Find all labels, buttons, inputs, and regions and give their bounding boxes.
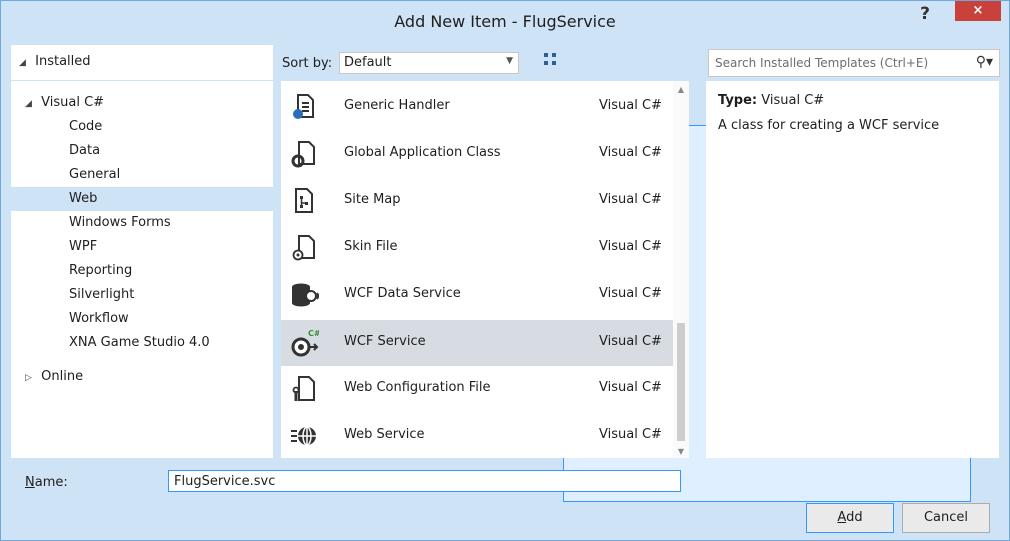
list-item-web-configuration-file[interactable]: Web Configuration File Visual C# — [281, 366, 673, 412]
tree-item-visual-csharp[interactable]: ◢ Visual C# — [11, 91, 273, 115]
help-button[interactable]: ? — [913, 1, 937, 31]
add-button[interactable]: Add — [806, 503, 894, 533]
web-service-icon — [291, 426, 316, 446]
tree-item-xna-game-studio[interactable]: XNA Game Studio 4.0 — [11, 331, 273, 355]
scroll-up-arrow-icon[interactable]: ▲ — [673, 85, 689, 94]
list-item-generic-handler[interactable]: Generic Handler Visual C# — [281, 84, 673, 130]
tree-item-wpf[interactable]: WPF — [11, 235, 273, 259]
template-name: Skin File — [344, 239, 398, 254]
medium-icons-view-button[interactable] — [539, 51, 561, 73]
skin-file-icon — [292, 235, 315, 261]
template-category-tree: ◢ Visual C# Code Data General Web Window… — [11, 81, 273, 458]
template-language: Visual C# — [599, 239, 662, 254]
tree-item-label: Visual C# — [41, 95, 105, 110]
close-button[interactable]: × — [955, 1, 1001, 21]
generic-handler-icon — [293, 94, 314, 119]
scroll-down-arrow-icon[interactable]: ▼ — [673, 447, 689, 456]
header-strip: ◢ Installed Sort by: Default ▼ Search In… — [11, 45, 1000, 502]
collapsed-triangle-icon[interactable]: ▷ — [25, 366, 37, 390]
template-language: Visual C# — [599, 334, 662, 349]
cancel-button[interactable]: Cancel — [902, 503, 990, 533]
template-name: WCF Data Service — [344, 286, 461, 301]
add-new-item-dialog: Add New Item - FlugService ? × ◢ Install… — [0, 0, 1010, 541]
web-configuration-file-icon — [292, 376, 315, 401]
sort-label: Sort by: — [282, 56, 333, 71]
details-panel: Type: Visual C# A class for creating a W… — [706, 81, 999, 458]
template-language: Visual C# — [599, 380, 662, 395]
template-description: A class for creating a WCF service — [718, 118, 940, 133]
template-name: Web Service — [344, 427, 425, 442]
tree-item-label: Online — [41, 369, 84, 384]
tree-item-windows-forms[interactable]: Windows Forms — [11, 211, 273, 235]
type-value: Visual C# — [761, 93, 825, 108]
list-item-site-map[interactable]: Site Map Visual C# — [281, 178, 673, 224]
scroll-thumb[interactable] — [677, 323, 685, 441]
template-name: Generic Handler — [344, 98, 450, 113]
list-item-wcf-service[interactable]: C# WCF Service Visual C# — [281, 320, 673, 366]
tree-item-code[interactable]: Code — [11, 115, 273, 139]
site-map-icon — [295, 188, 313, 213]
name-label: Name: — [25, 475, 68, 490]
list-item-web-service[interactable]: Web Service Visual C# — [281, 413, 673, 458]
template-name: Web Configuration File — [344, 380, 491, 395]
tree-item-workflow[interactable]: Workflow — [11, 307, 273, 331]
expanded-triangle-icon[interactable]: ◢ — [25, 92, 37, 116]
template-language: Visual C# — [599, 192, 662, 207]
tree-item-web[interactable]: Web — [11, 187, 273, 211]
list-item-global-application-class[interactable]: Global Application Class Visual C# — [281, 131, 673, 177]
type-line: Type: Visual C# — [718, 93, 987, 108]
svg-text:C#: C# — [308, 329, 319, 338]
installed-header[interactable]: ◢ Installed — [11, 45, 273, 81]
template-language: Visual C# — [599, 427, 662, 442]
sort-dropdown[interactable]: Default ▼ — [339, 52, 519, 74]
template-list: Generic Handler Visual C# Global Applica… — [281, 81, 689, 458]
template-name: Global Application Class — [344, 145, 501, 160]
installed-label: Installed — [35, 54, 91, 69]
search-icon[interactable]: ⚲▾ — [976, 54, 993, 70]
template-name: WCF Service — [344, 334, 426, 349]
title-bar: Add New Item - FlugService ? × — [1, 1, 1009, 41]
name-field[interactable] — [168, 470, 681, 492]
wcf-service-icon: C# — [291, 329, 319, 357]
tree-item-online[interactable]: ▷ Online — [11, 365, 273, 389]
type-label: Type: — [718, 93, 758, 108]
sort-value: Default — [344, 55, 392, 70]
medium-icons-icon — [544, 53, 556, 65]
window-title: Add New Item - FlugService — [394, 12, 616, 31]
tree-item-general[interactable]: General — [11, 163, 273, 187]
list-item-wcf-data-service[interactable]: WCF Data Service Visual C# — [281, 272, 673, 318]
tree-item-data[interactable]: Data — [11, 139, 273, 163]
sort-area: Sort by: Default ▼ — [281, 45, 971, 502]
dropdown-arrow-icon: ▼ — [506, 56, 513, 66]
template-name: Site Map — [344, 192, 401, 207]
tree-item-silverlight[interactable]: Silverlight — [11, 283, 273, 307]
search-input[interactable]: Search Installed Templates (Ctrl+E) ⚲▾ — [708, 49, 1000, 77]
template-language: Visual C# — [599, 98, 662, 113]
template-language: Visual C# — [599, 286, 662, 301]
tree-item-reporting[interactable]: Reporting — [11, 259, 273, 283]
collapse-triangle-icon[interactable]: ◢ — [19, 58, 31, 68]
search-placeholder: Search Installed Templates (Ctrl+E) — [715, 56, 929, 70]
wcf-data-service-icon — [292, 283, 319, 307]
template-language: Visual C# — [599, 145, 662, 160]
global-application-class-icon — [291, 141, 315, 168]
list-item-skin-file[interactable]: Skin File Visual C# — [281, 225, 673, 271]
template-list-scrollbar[interactable]: ▲ ▼ — [673, 81, 689, 458]
